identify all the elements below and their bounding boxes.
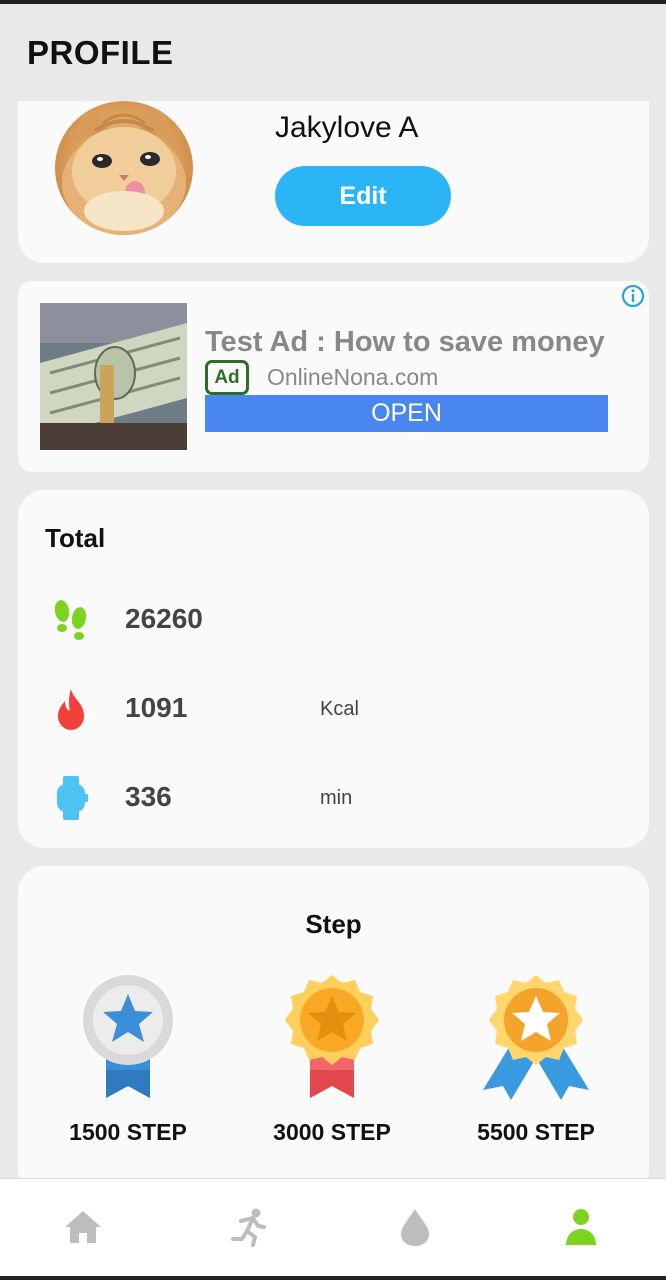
silver-medal-icon bbox=[83, 975, 173, 1098]
total-card: Total 26260 1091 Kcal 336 min bbox=[18, 490, 649, 848]
step-title: Step bbox=[305, 909, 362, 939]
calories-unit: Kcal bbox=[320, 698, 359, 720]
medal-1500[interactable]: 1500 STEP bbox=[48, 974, 208, 1145]
calories-stat-row: 1091 Kcal bbox=[18, 682, 649, 732]
medal-5500[interactable]: 5500 STEP bbox=[456, 974, 616, 1145]
ad-title[interactable]: Test Ad : How to save money bbox=[205, 326, 605, 359]
duration-total-value: 336 bbox=[125, 781, 172, 812]
nav-water[interactable] bbox=[332, 1179, 498, 1275]
home-icon bbox=[65, 1211, 101, 1243]
medal-label: 1500 STEP bbox=[69, 1119, 187, 1145]
steps-total-value: 26260 bbox=[125, 603, 203, 634]
status-bar bbox=[0, 0, 666, 4]
ad-image[interactable] bbox=[40, 303, 187, 450]
profile-card: Jakylove A Edit bbox=[18, 101, 649, 263]
cat-photo bbox=[62, 103, 186, 235]
medal-label: 3000 STEP bbox=[273, 1119, 391, 1145]
steps-stat-row: 26260 bbox=[18, 593, 649, 643]
edit-profile-button[interactable]: Edit bbox=[275, 166, 451, 226]
nav-profile[interactable] bbox=[498, 1179, 664, 1275]
ad-domain[interactable]: OnlineNona.com bbox=[267, 364, 438, 391]
water-drop-icon bbox=[401, 1209, 429, 1246]
bottom-navigation bbox=[0, 1178, 666, 1280]
user-name: Jakylove A bbox=[275, 111, 419, 144]
system-bar bbox=[0, 1276, 666, 1280]
duration-unit: min bbox=[320, 787, 353, 809]
total-title: Total bbox=[45, 523, 106, 553]
ad-info-icon[interactable] bbox=[620, 283, 646, 309]
profile-icon bbox=[566, 1209, 596, 1245]
ad-banner[interactable]: Test Ad : How to save money Ad OnlineNon… bbox=[18, 281, 649, 472]
gold-medal-icon bbox=[285, 975, 379, 1098]
avatar[interactable] bbox=[55, 101, 193, 235]
watch-icon bbox=[51, 776, 91, 820]
gold-star-medal-icon bbox=[483, 975, 589, 1100]
ad-open-button[interactable]: OPEN bbox=[205, 395, 608, 432]
flame-icon bbox=[51, 687, 91, 731]
nav-activity[interactable] bbox=[166, 1179, 332, 1275]
duration-stat-row: 336 min bbox=[18, 771, 649, 821]
medal-label: 5500 STEP bbox=[477, 1119, 595, 1145]
calories-total-value: 1091 bbox=[125, 692, 188, 723]
medal-3000[interactable]: 3000 STEP bbox=[252, 974, 412, 1145]
footsteps-icon bbox=[51, 598, 91, 642]
page-title: PROFILE bbox=[27, 34, 174, 71]
step-achievements-card: Step 1500 STEP 3000 STEP 5500 STEP bbox=[18, 866, 649, 1196]
ad-badge: Ad bbox=[205, 360, 249, 395]
nav-home[interactable] bbox=[0, 1179, 166, 1275]
running-icon bbox=[231, 1208, 266, 1247]
